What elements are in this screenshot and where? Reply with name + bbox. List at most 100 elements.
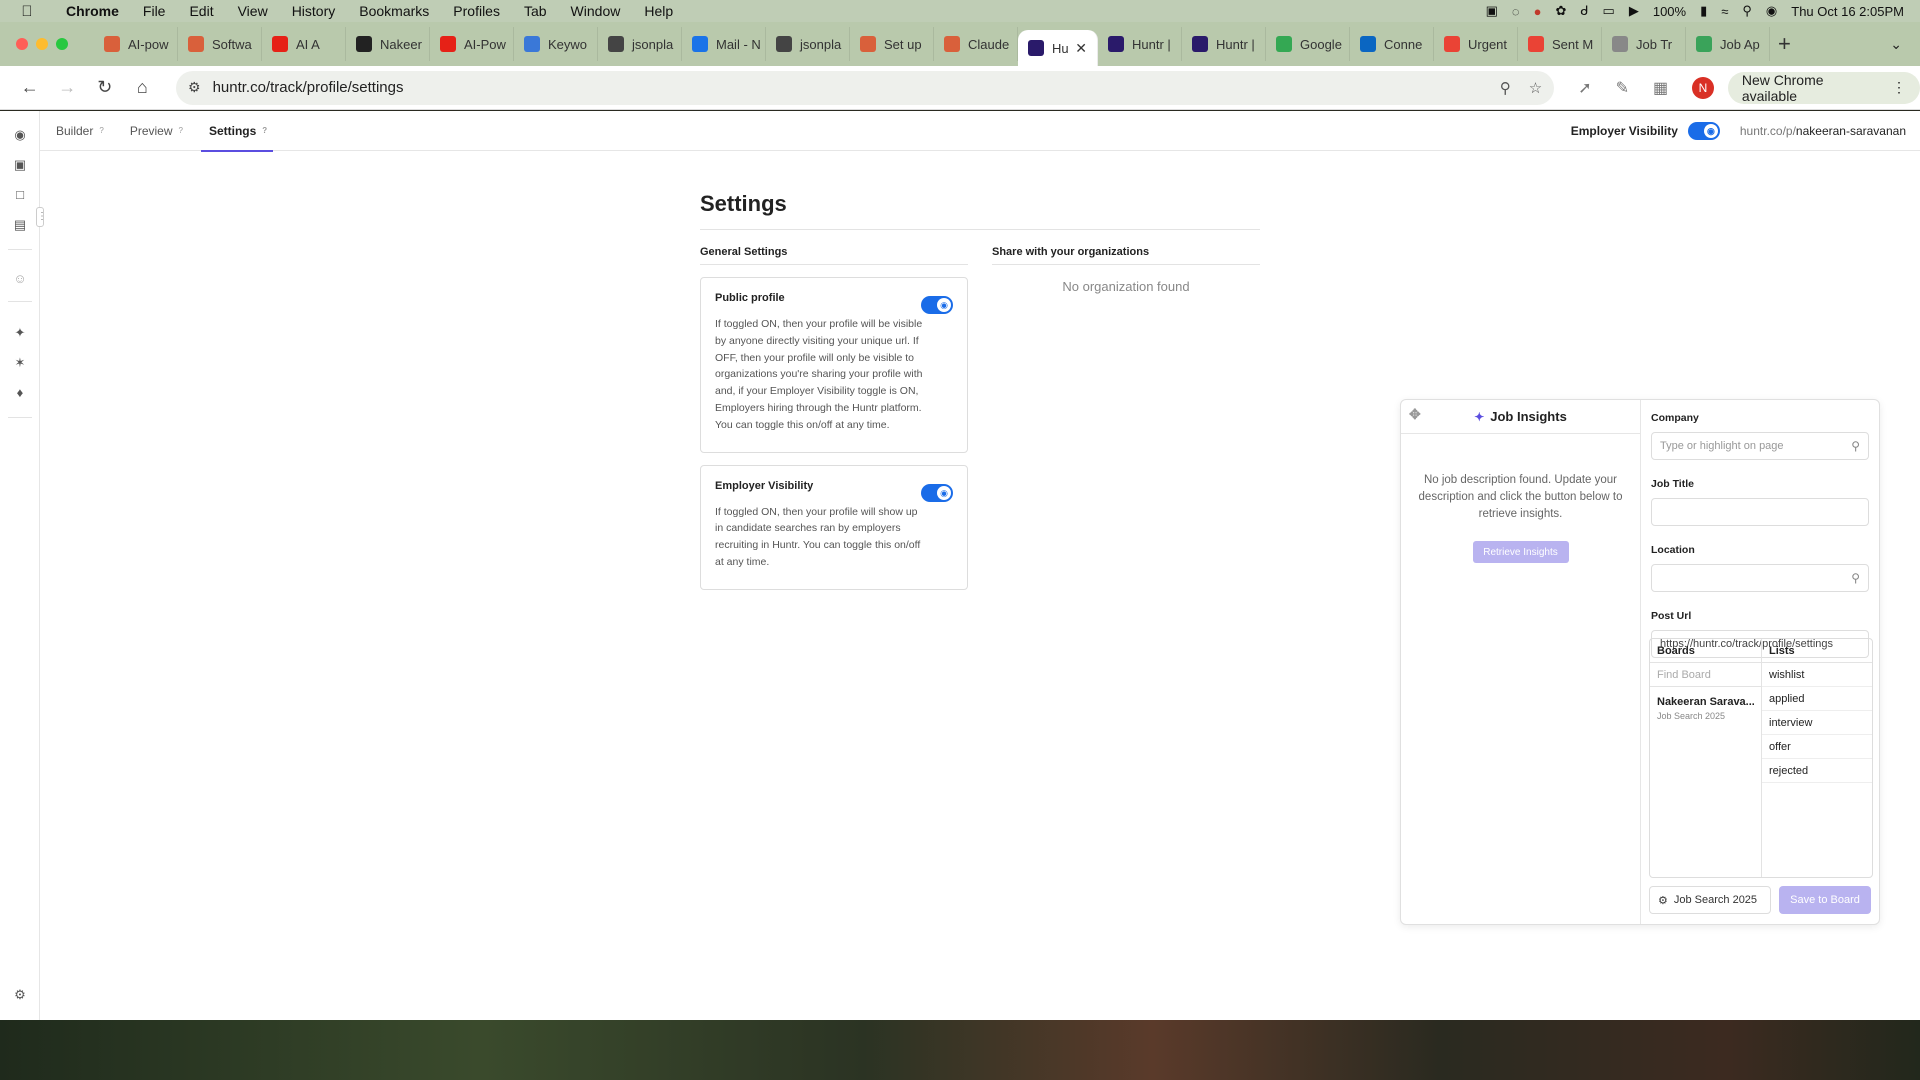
sidebar-magic-wand-icon[interactable]: ✶ [12,355,28,371]
browser-tab[interactable]: Google [1266,27,1350,61]
list-item-rejected[interactable]: rejected [1762,759,1872,783]
public-profile-link[interactable]: huntr.co/p/nakeeran-saravanan [1740,124,1906,138]
list-item-applied[interactable]: applied [1762,687,1872,711]
browser-tab[interactable]: Job Ap [1686,27,1770,61]
spinner-icon[interactable]: ◌ [1512,4,1520,19]
save-to-board-button[interactable]: Save to Board [1779,886,1871,914]
browser-tab[interactable]: Job Tr [1602,27,1686,61]
notification-badge-icon[interactable]: ● [1534,4,1542,19]
spotlight-search-icon[interactable]: ⚲ [1742,3,1752,19]
extensions-puzzle-icon[interactable]: ▦ [1653,78,1668,98]
browser-tab[interactable]: AI-pow [94,27,178,61]
browser-tab[interactable]: Keywo [514,27,598,61]
help-icon[interactable]: ? [179,126,183,135]
new-tab-button[interactable]: + [1778,31,1791,57]
employer-visibility-toggle[interactable]: ◉ [921,483,953,502]
zoom-icon[interactable]: ⚲ [1500,79,1511,97]
menu-file[interactable]: File [131,3,178,19]
help-icon[interactable]: ? [262,126,267,135]
browser-tab[interactable]: Softwa [178,27,262,61]
close-tab-icon[interactable]: ✕ [1075,40,1087,57]
menu-app-chrome[interactable]: Chrome [54,3,131,19]
sidebar-extension-icon[interactable]: ♦ [12,385,28,401]
selected-board-button[interactable]: ⚙ Job Search 2025 [1649,886,1771,914]
browser-tab[interactable]: Claude [934,27,1018,61]
browser-tab[interactable]: jsonpla [598,27,682,61]
board-item[interactable]: Nakeeran Sarava... Job Search 2025 [1650,687,1761,730]
public-profile-toggle[interactable]: ◉ [921,296,953,314]
location-input[interactable]: ⚲ [1651,564,1869,592]
site-info-icon[interactable]: ⚙ [188,79,201,96]
list-item-offer[interactable]: offer [1762,735,1872,759]
sidebar-jobs-icon[interactable]: ▤ [12,217,28,233]
job-title-input[interactable] [1651,498,1869,526]
new-chrome-available-button[interactable]: New Chrome available ⋮ [1727,71,1920,104]
browser-tab[interactable]: Huntr | [1098,27,1182,61]
employer-visibility-header-toggle[interactable]: ◉ [1687,121,1720,140]
sidebar-settings-gear-icon[interactable]: ⚙ [12,987,28,1003]
browser-tab[interactable]: Hu ✕ [1018,30,1098,66]
creative-cloud-icon[interactable]: ✿ [1555,3,1566,19]
tab-preview[interactable]: Preview ? [130,111,183,151]
retrieve-insights-button[interactable]: Retrieve Insights [1472,541,1569,563]
browser-tab[interactable]: AI A [262,27,346,61]
search-icon[interactable]: ⚲ [1851,571,1860,585]
tab-builder[interactable]: Builder ? [56,111,104,151]
search-icon[interactable]: ⚲ [1851,439,1860,453]
browser-tab[interactable]: Set up [850,27,934,61]
huntr-extension-icon[interactable]: ➚ [1578,78,1591,98]
browser-tab[interactable]: Conne [1350,27,1434,61]
sidebar-collapse-handle[interactable]: ⋮ [36,207,47,227]
browser-tab[interactable]: jsonpla [766,27,850,61]
browser-tab[interactable]: Nakeer [346,27,430,61]
browser-tab[interactable]: AI-Pow [430,27,514,61]
battery-icon[interactable]: ▮ [1700,3,1707,19]
forward-button[interactable]: → [52,77,84,98]
menubar-clock[interactable]: Thu Oct 16 2:05PM [1791,4,1904,19]
wifi-icon[interactable]: ≈ [1721,4,1728,19]
screen-mirror-icon[interactable]: ▭ [1603,3,1615,19]
company-input[interactable]: Type or highlight on page ⚲ [1651,432,1869,460]
help-icon[interactable]: ? [99,126,103,135]
menu-profiles[interactable]: Profiles [441,3,512,19]
drag-move-icon[interactable]: ✥ [1409,406,1421,423]
profile-avatar[interactable]: N [1692,76,1714,99]
reload-button[interactable]: ↻ [89,77,121,98]
menu-window[interactable]: Window [559,3,633,19]
address-bar[interactable]: ⚙ huntr.co/track/profile/settings ⚲ ☆ [176,70,1555,105]
find-board-input[interactable]: Find Board [1650,663,1761,687]
tab-search-chevron-icon[interactable]: ⌄ [1890,36,1902,53]
sidebar-ai-sparkle-icon[interactable]: ✦ [12,325,28,341]
control-center-icon[interactable]: ◉ [1766,3,1777,19]
minimize-window-button[interactable] [36,38,48,50]
address-url[interactable]: huntr.co/track/profile/settings [213,79,404,96]
menu-help[interactable]: Help [632,3,685,19]
notes-extension-icon[interactable]: ✎ [1616,78,1629,98]
browser-tab[interactable]: Sent M [1518,27,1602,61]
menu-bookmarks[interactable]: Bookmarks [347,3,441,19]
menu-edit[interactable]: Edit [177,3,225,19]
menu-tab[interactable]: Tab [512,3,559,19]
menu-history[interactable]: History [280,3,348,19]
sidebar-documents-icon[interactable]: □ [12,187,28,203]
list-item-interview[interactable]: interview [1762,711,1872,735]
list-item-wishlist[interactable]: wishlist [1762,663,1872,687]
menu-view[interactable]: View [226,3,280,19]
cube-icon[interactable]: ▣ [1486,3,1498,19]
browser-tab[interactable]: Huntr | [1182,27,1266,61]
zoom-window-button[interactable] [56,38,68,50]
home-button[interactable]: ⌂ [127,77,159,98]
sidebar-boards-icon[interactable]: ▣ [12,157,28,173]
sidebar-home-icon[interactable]: ◉ [12,127,28,143]
browser-tab[interactable]: Mail - N [682,27,766,61]
bookmark-star-icon[interactable]: ☆ [1529,79,1542,97]
tab-settings[interactable]: Settings ? [200,111,274,152]
apple-icon[interactable]:  [0,3,54,20]
play-icon[interactable]: ▶ [1629,3,1639,19]
kebab-menu-icon[interactable]: ⋮ [1892,79,1906,96]
back-button[interactable]: ← [14,77,46,98]
bluetooth-icon[interactable]: ᑯ [1580,3,1588,19]
sidebar-profile-icon[interactable]: ☺ [12,271,28,287]
browser-tab[interactable]: Urgent [1434,27,1518,61]
close-window-button[interactable] [16,38,28,50]
